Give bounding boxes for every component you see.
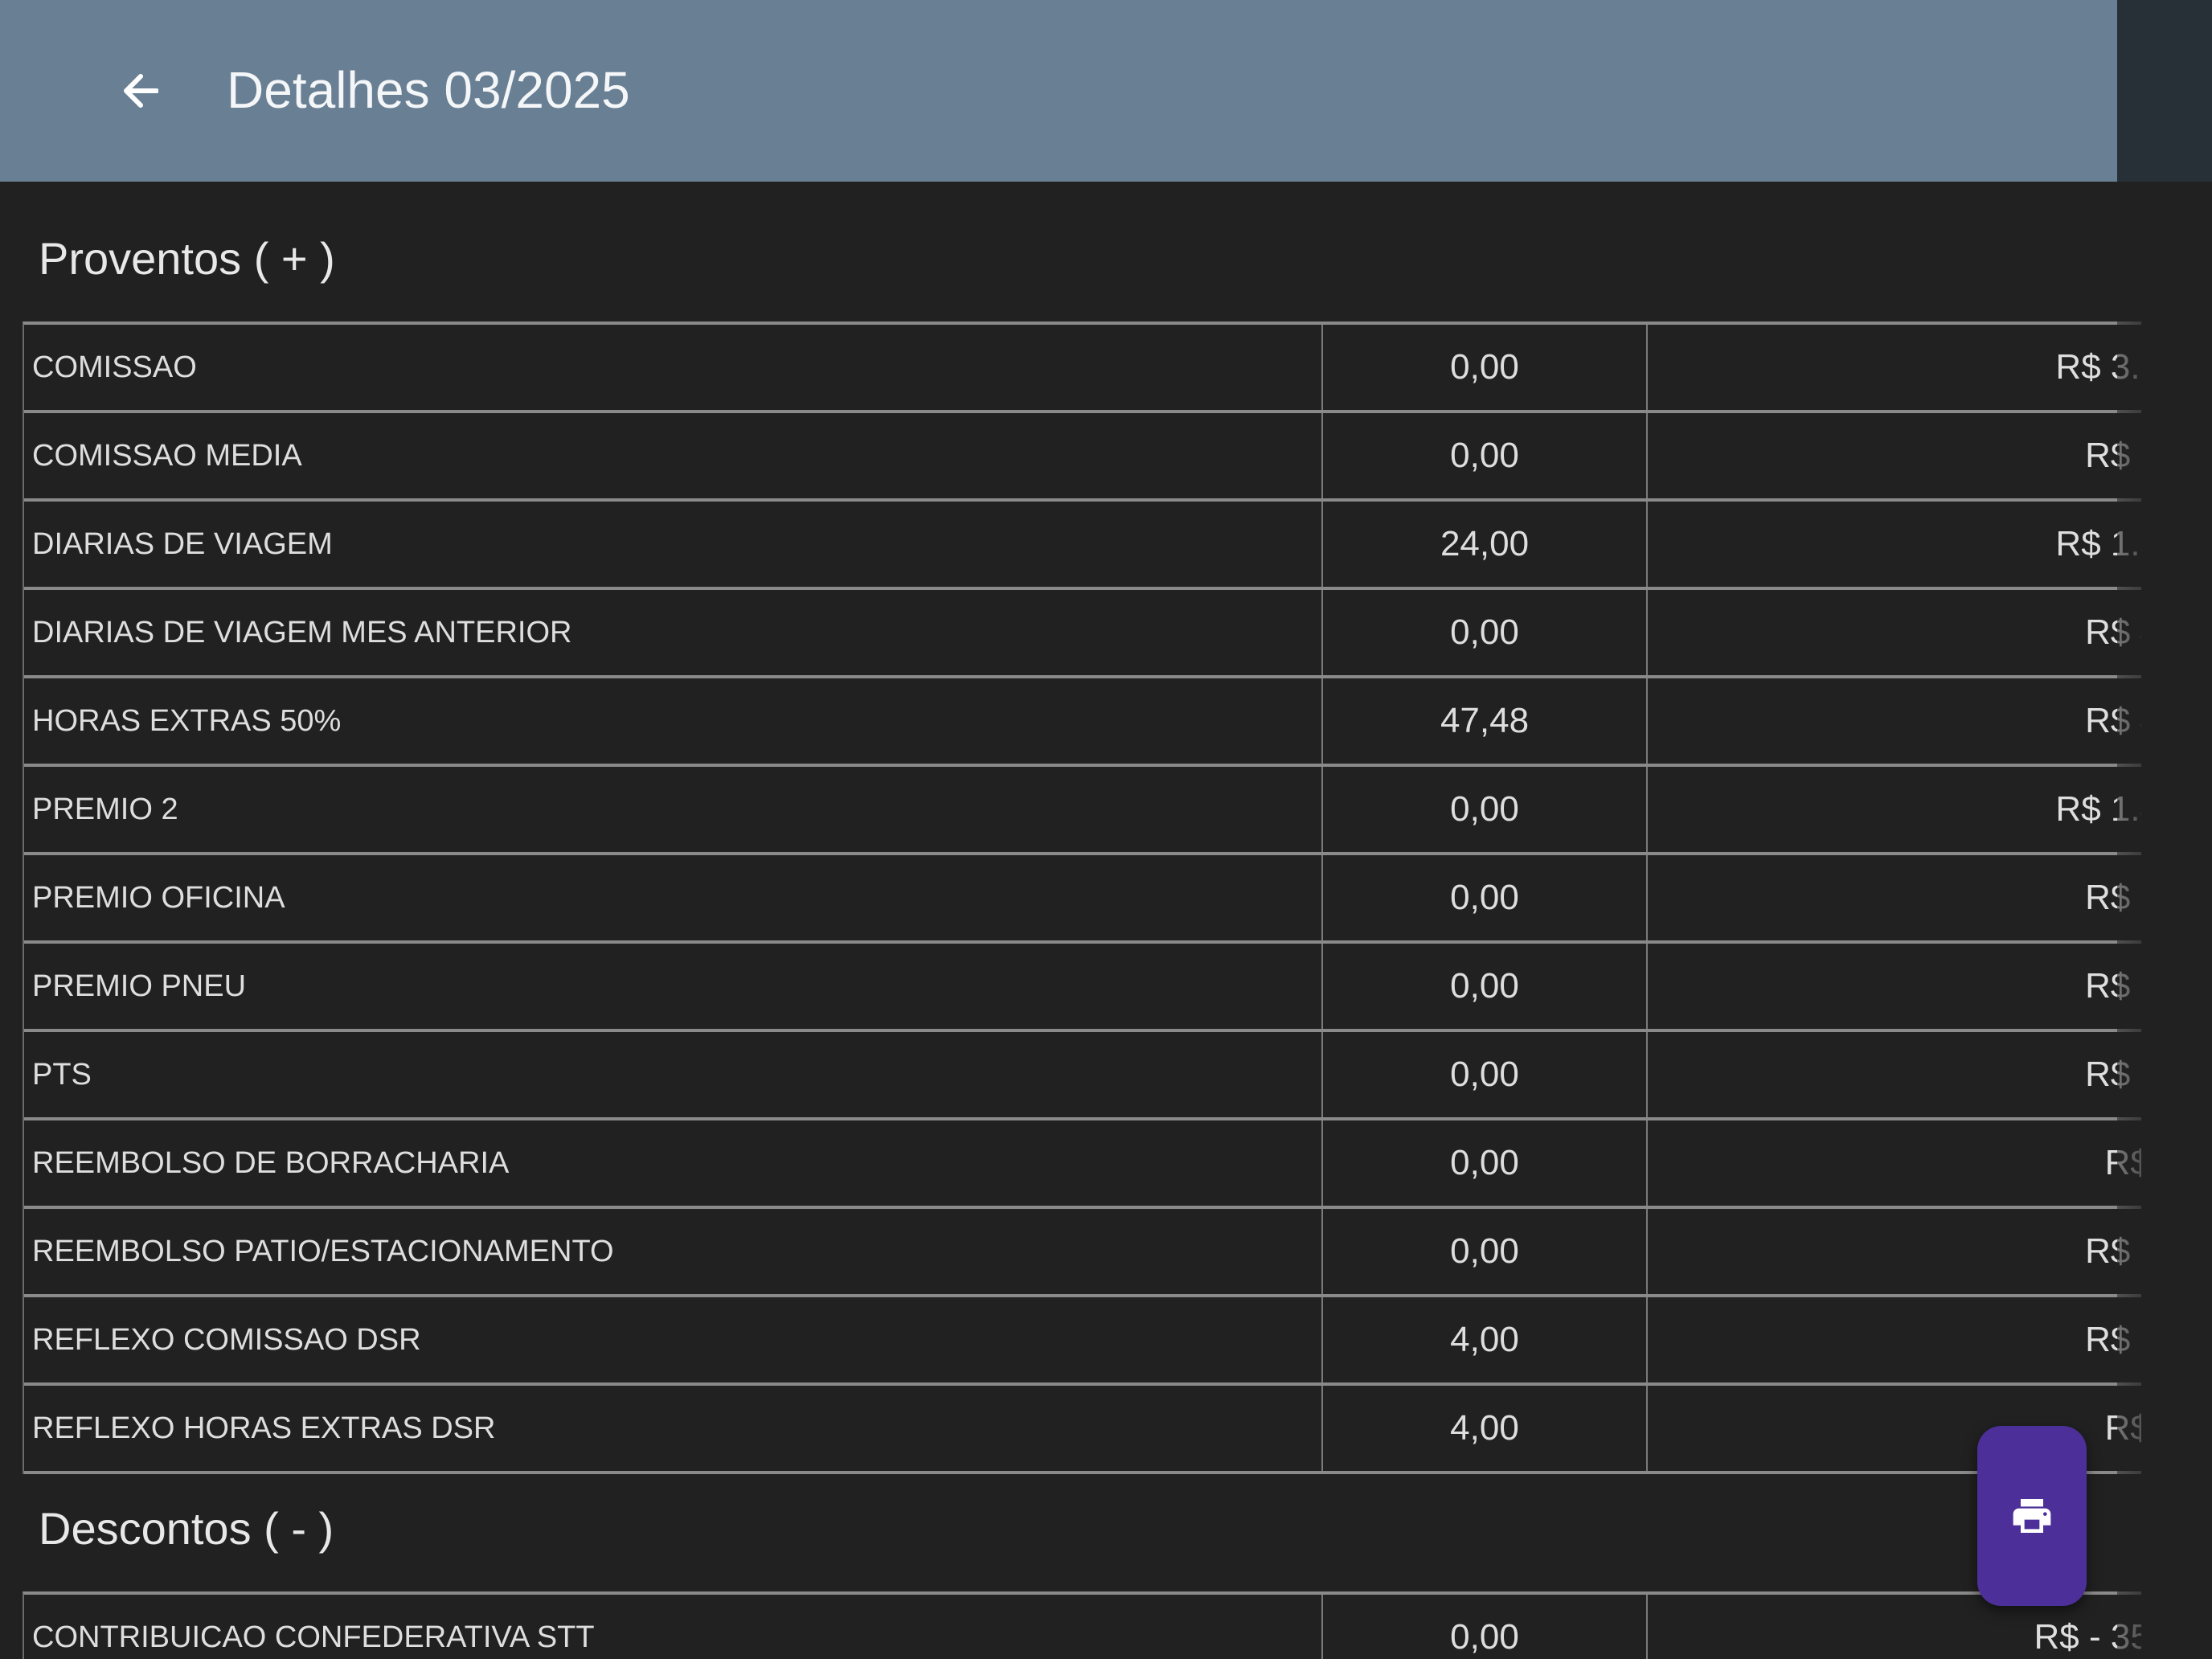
row-description: CONTRIBUICAO CONFEDERATIVA STT bbox=[24, 1595, 1323, 1659]
print-button[interactable] bbox=[1977, 1426, 2087, 1606]
row-value: R$ 216 bbox=[2085, 1055, 2141, 1094]
row-description: REFLEXO COMISSAO DSR bbox=[24, 1297, 1323, 1382]
row-value-cell: R$ 480 bbox=[1648, 590, 2141, 675]
row-reference: 24,00 bbox=[1323, 502, 1648, 587]
row-value-cell: R$ 336 bbox=[1648, 1209, 2141, 1294]
row-value-cell: R$ 612 bbox=[1648, 1297, 2141, 1382]
table-row: PREMIO OFICINA0,00 R$ 350 bbox=[24, 855, 2141, 944]
row-description: PREMIO OFICINA bbox=[24, 855, 1323, 940]
row-reference: 0,00 bbox=[1323, 1032, 1648, 1117]
row-reference: 0,00 bbox=[1323, 944, 1648, 1029]
row-description: PREMIO 2 bbox=[24, 767, 1323, 852]
row-value-cell: R$ 441 bbox=[1648, 678, 2141, 764]
row-value-cell: R$ 350 bbox=[1648, 944, 2141, 1029]
section-title-proventos: Proventos ( + ) bbox=[39, 233, 335, 284]
table-row: REFLEXO HORAS EXTRAS DSR4,00 R$ 73 bbox=[24, 1386, 2141, 1474]
row-value: R$ 350 bbox=[2085, 878, 2141, 917]
details-content[interactable]: Proventos ( + ) COMISSAO0,00R$ 3.080COMI… bbox=[0, 182, 2141, 1659]
row-description: DIARIAS DE VIAGEM bbox=[24, 502, 1323, 587]
row-description: COMISSAO MEDIA bbox=[24, 413, 1323, 498]
row-value-cell: R$ 350 bbox=[1648, 855, 2141, 940]
row-description: COMISSAO bbox=[24, 325, 1323, 410]
row-reference: 4,00 bbox=[1323, 1297, 1648, 1382]
table-row: REEMBOLSO DE BORRACHARIA0,00 R$ 50 bbox=[24, 1120, 2141, 1209]
row-description: PREMIO PNEU bbox=[24, 944, 1323, 1029]
back-button[interactable] bbox=[113, 59, 169, 123]
row-value-cell: R$ 1.421 bbox=[1648, 767, 2141, 852]
row-reference: 0,00 bbox=[1323, 590, 1648, 675]
row-value-cell: R$ 50 bbox=[1648, 1120, 2141, 1206]
row-value: R$ 441 bbox=[2085, 701, 2141, 740]
table-row: PREMIO PNEU0,00 R$ 350 bbox=[24, 944, 2141, 1032]
table-row: DIARIAS DE VIAGEM24,00 R$ 1.680 bbox=[24, 502, 2141, 590]
table-row: PREMIO 20,00 R$ 1.421 bbox=[24, 767, 2141, 855]
row-value-cell: R$ 216 bbox=[1648, 1032, 2141, 1117]
row-value-cell: R$ 3.080 bbox=[1648, 325, 2141, 410]
row-value: R$ 594 bbox=[2085, 436, 2141, 475]
row-value: R$ 1.680 bbox=[2055, 524, 2141, 563]
row-value: R$ - 35,23 bbox=[2034, 1617, 2141, 1657]
row-value-cell: R$ 594 bbox=[1648, 413, 2141, 498]
table-row: PTS0,00 R$ 216 bbox=[24, 1032, 2141, 1120]
page-title: Detalhes 03/2025 bbox=[227, 61, 630, 119]
row-reference: 0,00 bbox=[1323, 1120, 1648, 1206]
row-reference: 0,00 bbox=[1323, 855, 1648, 940]
app-bar-edge bbox=[2117, 0, 2212, 182]
row-reference: 0,00 bbox=[1323, 413, 1648, 498]
row-value: R$ 1.421 bbox=[2055, 789, 2141, 829]
row-value-cell: R$ 1.680 bbox=[1648, 502, 2141, 587]
table-row: COMISSAO MEDIA0,00 R$ 594 bbox=[24, 413, 2141, 502]
row-description: PTS bbox=[24, 1032, 1323, 1117]
table-row: REFLEXO COMISSAO DSR4,00 R$ 612 bbox=[24, 1297, 2141, 1386]
section-title-descontos: Descontos ( - ) bbox=[39, 1503, 334, 1554]
row-description: HORAS EXTRAS 50% bbox=[24, 678, 1323, 764]
row-description: DIARIAS DE VIAGEM MES ANTERIOR bbox=[24, 590, 1323, 675]
row-value: R$ 480 bbox=[2085, 612, 2141, 652]
table-row: COMISSAO0,00 R$ 3.080 bbox=[24, 325, 2141, 413]
table-row: DIARIAS DE VIAGEM MES ANTERIOR0,00 R$ 480 bbox=[24, 590, 2141, 678]
row-reference: 0,00 bbox=[1323, 325, 1648, 410]
row-description: REFLEXO HORAS EXTRAS DSR bbox=[24, 1386, 1323, 1471]
descontos-table: CONTRIBUICAO CONFEDERATIVA STT 0,00 R$ - 3… bbox=[23, 1591, 2141, 1659]
table-row: HORAS EXTRAS 50%47,48 R$ 441 bbox=[24, 678, 2141, 767]
row-value: R$ 3.080 bbox=[2055, 347, 2141, 387]
table-row: CONTRIBUICAO CONFEDERATIVA STT 0,00 R$ - 3… bbox=[24, 1595, 2141, 1659]
proventos-table: COMISSAO0,00R$ 3.080COMISSAO MEDIA0,00R$… bbox=[23, 322, 2141, 1474]
row-value: R$ 350 bbox=[2085, 966, 2141, 1006]
row-reference: 0,00 bbox=[1323, 1209, 1648, 1294]
row-reference: 47,48 bbox=[1323, 678, 1648, 764]
row-value: R$ 50 bbox=[2104, 1143, 2141, 1182]
row-description: REEMBOLSO PATIO/ESTACIONAMENTO bbox=[24, 1209, 1323, 1294]
arrow-left-icon bbox=[124, 74, 158, 108]
row-value: R$ 612 bbox=[2085, 1320, 2141, 1359]
row-reference: 0,00 bbox=[1323, 1595, 1648, 1659]
row-reference: 0,00 bbox=[1323, 767, 1648, 852]
row-reference: 4,00 bbox=[1323, 1386, 1648, 1471]
printer-icon bbox=[2013, 1499, 2051, 1533]
table-row: REEMBOLSO PATIO/ESTACIONAMENTO0,00 R$ 336 bbox=[24, 1209, 2141, 1297]
row-value: R$ 336 bbox=[2085, 1231, 2141, 1271]
row-description: REEMBOLSO DE BORRACHARIA bbox=[24, 1120, 1323, 1206]
row-value: R$ 73 bbox=[2104, 1408, 2141, 1448]
